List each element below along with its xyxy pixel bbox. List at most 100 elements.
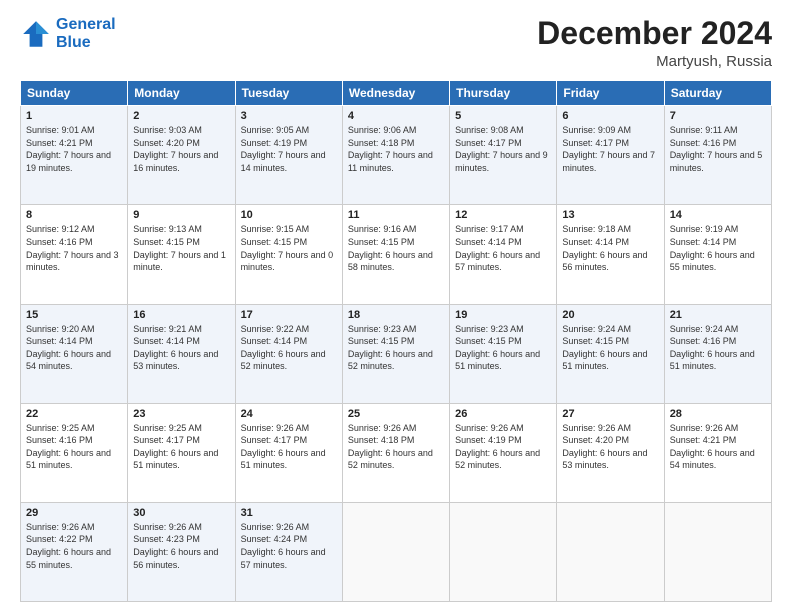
day-cell: 21 Sunrise: 9:24 AM Sunset: 4:16 PM Dayli… bbox=[664, 304, 771, 403]
location: Martyush, Russia bbox=[537, 53, 772, 70]
day-number: 9 bbox=[133, 209, 229, 221]
day-info: Sunrise: 9:20 AM Sunset: 4:14 PM Dayligh… bbox=[26, 323, 122, 373]
day-number: 7 bbox=[670, 110, 766, 122]
day-cell: 3 Sunrise: 9:05 AM Sunset: 4:19 PM Daylig… bbox=[235, 106, 342, 205]
day-cell: 22 Sunrise: 9:25 AM Sunset: 4:16 PM Dayli… bbox=[21, 403, 128, 502]
day-cell: 9Sunrise: 9:13 AM Sunset: 4:15 PM Daylig… bbox=[128, 205, 235, 304]
day-cell: 6 Sunrise: 9:09 AM Sunset: 4:17 PM Daylig… bbox=[557, 106, 664, 205]
day-info: Sunrise: 9:24 AM Sunset: 4:16 PM Dayligh… bbox=[670, 323, 766, 373]
day-cell: 16 Sunrise: 9:21 AM Sunset: 4:14 PM Dayli… bbox=[128, 304, 235, 403]
day-number: 13 bbox=[562, 209, 658, 221]
day-number: 21 bbox=[670, 309, 766, 321]
day-number: 28 bbox=[670, 408, 766, 420]
day-cell: 27Sunrise: 9:26 AM Sunset: 4:20 PM Dayli… bbox=[557, 403, 664, 502]
logo: General Blue bbox=[20, 16, 116, 52]
day-cell: 5 Sunrise: 9:08 AM Sunset: 4:17 PM Daylig… bbox=[450, 106, 557, 205]
day-info: Sunrise: 9:23 AM Sunset: 4:15 PM Dayligh… bbox=[455, 323, 551, 373]
day-cell: 10 Sunrise: 9:15 AM Sunset: 4:15 PM Dayli… bbox=[235, 205, 342, 304]
day-info: Sunrise: 9:26 AM Sunset: 4:17 PM Dayligh… bbox=[241, 422, 337, 472]
day-number: 24 bbox=[241, 408, 337, 420]
day-number: 29 bbox=[26, 507, 122, 519]
weekday-header-friday: Friday bbox=[557, 81, 664, 106]
day-number: 26 bbox=[455, 408, 551, 420]
day-info: Sunrise: 9:26 AM Sunset: 4:22 PM Dayligh… bbox=[26, 521, 122, 571]
day-info: Sunrise: 9:26 AM Sunset: 4:18 PM Dayligh… bbox=[348, 422, 444, 472]
day-info: Sunrise: 9:22 AM Sunset: 4:14 PM Dayligh… bbox=[241, 323, 337, 373]
day-number: 8 bbox=[26, 209, 122, 221]
day-number: 3 bbox=[241, 110, 337, 122]
day-cell: 19 Sunrise: 9:23 AM Sunset: 4:15 PM Dayli… bbox=[450, 304, 557, 403]
day-cell bbox=[450, 502, 557, 601]
day-cell bbox=[664, 502, 771, 601]
week-row-5: 29 Sunrise: 9:26 AM Sunset: 4:22 PM Dayli… bbox=[21, 502, 772, 601]
day-number: 10 bbox=[241, 209, 337, 221]
logo-icon bbox=[20, 18, 52, 50]
day-cell: 15 Sunrise: 9:20 AM Sunset: 4:14 PM Dayli… bbox=[21, 304, 128, 403]
day-number: 16 bbox=[133, 309, 229, 321]
day-info: Sunrise: 9:23 AM Sunset: 4:15 PM Dayligh… bbox=[348, 323, 444, 373]
day-info: Sunrise: 9:25 AM Sunset: 4:17 PM Dayligh… bbox=[133, 422, 229, 472]
day-number: 25 bbox=[348, 408, 444, 420]
day-info: Sunrise: 9:17 AM Sunset: 4:14 PM Dayligh… bbox=[455, 223, 551, 273]
day-cell: 4 Sunrise: 9:06 AM Sunset: 4:18 PM Daylig… bbox=[342, 106, 449, 205]
day-info: Sunrise: 9:15 AM Sunset: 4:15 PM Dayligh… bbox=[241, 223, 337, 273]
day-number: 4 bbox=[348, 110, 444, 122]
title-block: December 2024 Martyush, Russia bbox=[537, 16, 772, 70]
day-info: Sunrise: 9:25 AM Sunset: 4:16 PM Dayligh… bbox=[26, 422, 122, 472]
weekday-header-monday: Monday bbox=[128, 81, 235, 106]
day-cell: 17 Sunrise: 9:22 AM Sunset: 4:14 PM Dayli… bbox=[235, 304, 342, 403]
day-info: Sunrise: 9:03 AM Sunset: 4:20 PM Dayligh… bbox=[133, 124, 229, 174]
day-number: 23 bbox=[133, 408, 229, 420]
day-number: 15 bbox=[26, 309, 122, 321]
day-cell: 26 Sunrise: 9:26 AM Sunset: 4:19 PM Dayli… bbox=[450, 403, 557, 502]
day-number: 1 bbox=[26, 110, 122, 122]
day-cell: 1 Sunrise: 9:01 AM Sunset: 4:21 PM Daylig… bbox=[21, 106, 128, 205]
day-info: Sunrise: 9:09 AM Sunset: 4:17 PM Dayligh… bbox=[562, 124, 658, 174]
day-number: 11 bbox=[348, 209, 444, 221]
day-number: 30 bbox=[133, 507, 229, 519]
day-number: 5 bbox=[455, 110, 551, 122]
day-cell: 7 Sunrise: 9:11 AM Sunset: 4:16 PM Daylig… bbox=[664, 106, 771, 205]
day-cell: 24 Sunrise: 9:26 AM Sunset: 4:17 PM Dayli… bbox=[235, 403, 342, 502]
day-info: Sunrise: 9:19 AM Sunset: 4:14 PM Dayligh… bbox=[670, 223, 766, 273]
day-info: Sunrise: 9:05 AM Sunset: 4:19 PM Dayligh… bbox=[241, 124, 337, 174]
week-row-4: 22 Sunrise: 9:25 AM Sunset: 4:16 PM Dayli… bbox=[21, 403, 772, 502]
day-number: 31 bbox=[241, 507, 337, 519]
day-number: 17 bbox=[241, 309, 337, 321]
day-info: Sunrise: 9:11 AM Sunset: 4:16 PM Dayligh… bbox=[670, 124, 766, 174]
day-number: 27 bbox=[562, 408, 658, 420]
day-info: Sunrise: 9:26 AM Sunset: 4:19 PM Dayligh… bbox=[455, 422, 551, 472]
header: General Blue December 2024 Martyush, Rus… bbox=[20, 16, 772, 70]
logo-text: General Blue bbox=[56, 16, 116, 52]
day-cell: 12Sunrise: 9:17 AM Sunset: 4:14 PM Dayli… bbox=[450, 205, 557, 304]
day-number: 20 bbox=[562, 309, 658, 321]
day-cell: 25 Sunrise: 9:26 AM Sunset: 4:18 PM Dayli… bbox=[342, 403, 449, 502]
day-number: 19 bbox=[455, 309, 551, 321]
day-cell: 20 Sunrise: 9:24 AM Sunset: 4:15 PM Dayli… bbox=[557, 304, 664, 403]
day-info: Sunrise: 9:06 AM Sunset: 4:18 PM Dayligh… bbox=[348, 124, 444, 174]
day-cell: 23 Sunrise: 9:25 AM Sunset: 4:17 PM Dayli… bbox=[128, 403, 235, 502]
day-cell bbox=[557, 502, 664, 601]
day-cell: 11 Sunrise: 9:16 AM Sunset: 4:15 PM Dayli… bbox=[342, 205, 449, 304]
day-info: Sunrise: 9:26 AM Sunset: 4:24 PM Dayligh… bbox=[241, 521, 337, 571]
weekday-header-wednesday: Wednesday bbox=[342, 81, 449, 106]
day-number: 22 bbox=[26, 408, 122, 420]
day-info: Sunrise: 9:01 AM Sunset: 4:21 PM Dayligh… bbox=[26, 124, 122, 174]
day-info: Sunrise: 9:21 AM Sunset: 4:14 PM Dayligh… bbox=[133, 323, 229, 373]
day-cell: 28 Sunrise: 9:26 AM Sunset: 4:21 PM Dayli… bbox=[664, 403, 771, 502]
month-title: December 2024 bbox=[537, 16, 772, 51]
day-cell: 29 Sunrise: 9:26 AM Sunset: 4:22 PM Dayli… bbox=[21, 502, 128, 601]
weekday-header-row: SundayMondayTuesdayWednesdayThursdayFrid… bbox=[21, 81, 772, 106]
day-number: 6 bbox=[562, 110, 658, 122]
day-info: Sunrise: 9:08 AM Sunset: 4:17 PM Dayligh… bbox=[455, 124, 551, 174]
day-info: Sunrise: 9:24 AM Sunset: 4:15 PM Dayligh… bbox=[562, 323, 658, 373]
day-cell: 8Sunrise: 9:12 AM Sunset: 4:16 PM Daylig… bbox=[21, 205, 128, 304]
week-row-1: 1 Sunrise: 9:01 AM Sunset: 4:21 PM Daylig… bbox=[21, 106, 772, 205]
day-cell: 2Sunrise: 9:03 AM Sunset: 4:20 PM Daylig… bbox=[128, 106, 235, 205]
day-info: Sunrise: 9:26 AM Sunset: 4:21 PM Dayligh… bbox=[670, 422, 766, 472]
day-cell: 30Sunrise: 9:26 AM Sunset: 4:23 PM Dayli… bbox=[128, 502, 235, 601]
day-cell: 14Sunrise: 9:19 AM Sunset: 4:14 PM Dayli… bbox=[664, 205, 771, 304]
day-info: Sunrise: 9:16 AM Sunset: 4:15 PM Dayligh… bbox=[348, 223, 444, 273]
day-cell: 13 Sunrise: 9:18 AM Sunset: 4:14 PM Dayli… bbox=[557, 205, 664, 304]
day-info: Sunrise: 9:18 AM Sunset: 4:14 PM Dayligh… bbox=[562, 223, 658, 273]
